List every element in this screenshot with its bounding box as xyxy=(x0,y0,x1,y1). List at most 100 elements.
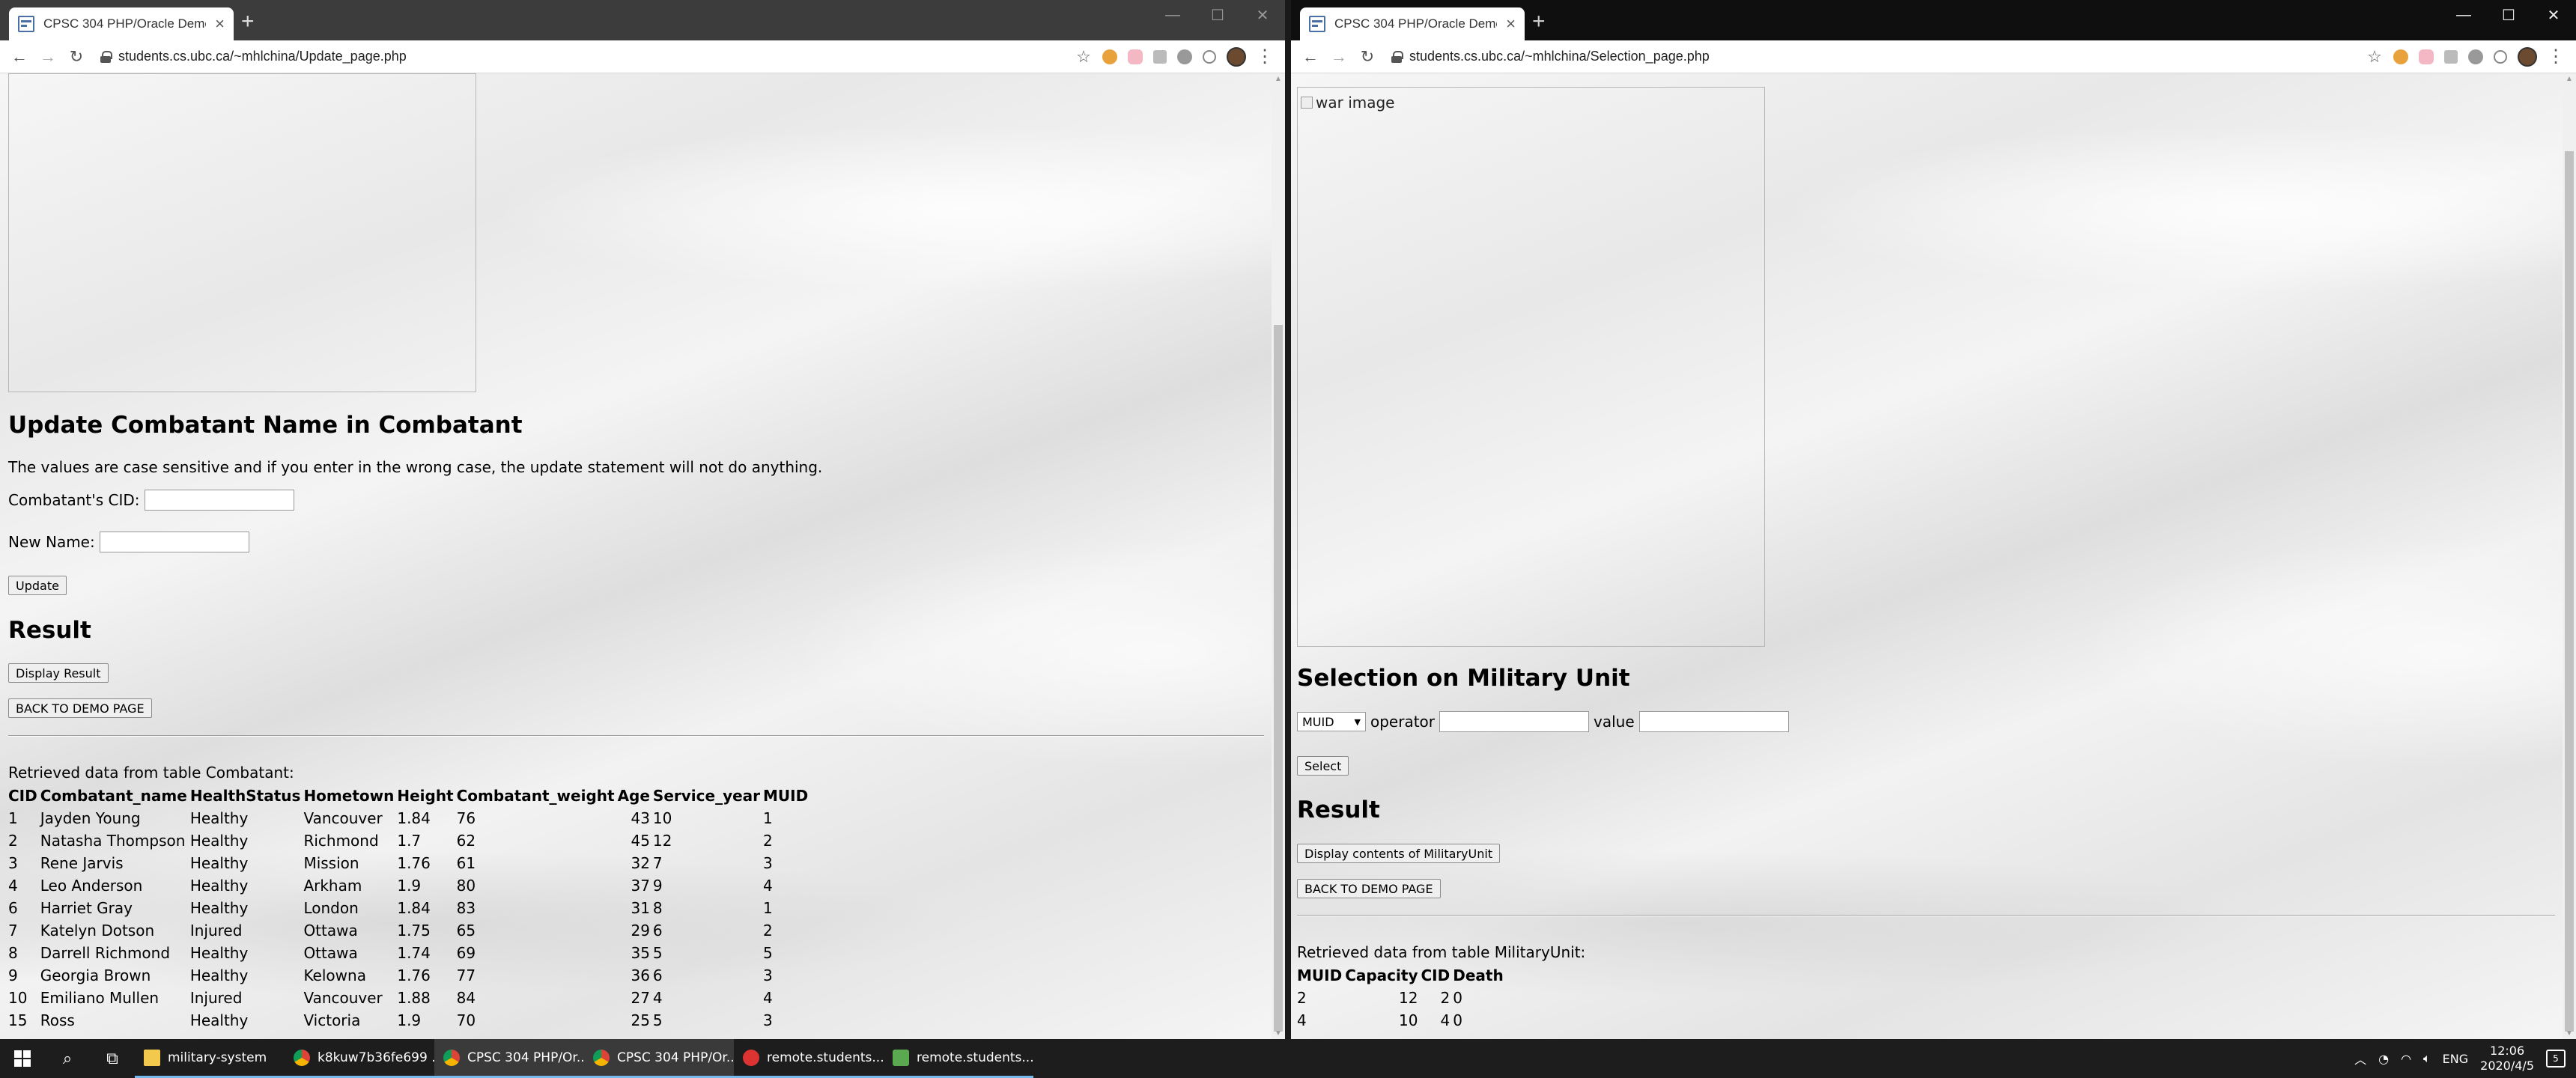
taskbar-app[interactable]: CPSC 304 PHP/Or... xyxy=(434,1039,584,1078)
extension-icon[interactable] xyxy=(2444,49,2458,64)
reload-icon[interactable]: ↻ xyxy=(1355,45,1379,69)
broken-image-icon xyxy=(1301,97,1313,109)
network-icon[interactable]: ◔ xyxy=(2378,1052,2389,1066)
table-cell: 6 xyxy=(652,922,663,940)
table-cell: 1 xyxy=(8,809,18,827)
table-cell: 3 xyxy=(763,966,773,984)
scroll-down-icon[interactable]: ▼ xyxy=(2566,1029,2573,1038)
extension-icon[interactable] xyxy=(1203,49,1216,64)
back-to-demo-button[interactable]: BACK TO DEMO PAGE xyxy=(8,698,152,718)
close-tab-icon[interactable]: × xyxy=(215,16,225,32)
table-cell: 4 xyxy=(763,877,773,895)
column-header: CID xyxy=(1421,966,1450,984)
chevron-up-icon[interactable]: ︿ xyxy=(2354,1050,2366,1068)
browser-toolbar: ← → ↻ students.cs.ubc.ca/~mhlchina/Selec… xyxy=(1291,40,2576,73)
new-tab-icon[interactable]: + xyxy=(1532,10,1546,33)
table-cell: 2 xyxy=(1297,989,1307,1007)
clock[interactable]: 12:06 2020/4/5 xyxy=(2480,1044,2534,1074)
cid-input[interactable] xyxy=(144,490,294,511)
ghost-extension-icon[interactable] xyxy=(1128,49,1143,64)
window-divider xyxy=(1285,0,1291,1039)
window-controls: — ☐ ✕ xyxy=(1150,0,1285,30)
scroll-up-icon[interactable]: ▲ xyxy=(1275,75,1282,83)
taskbar-app[interactable]: remote.students.... xyxy=(884,1039,1033,1078)
extension-icon[interactable] xyxy=(1153,49,1167,64)
address-bar[interactable]: students.cs.ubc.ca/~mhlchina/Update_page… xyxy=(93,45,1071,69)
browser-window-left: CPSC 304 PHP/Oracle Demonstration × + — … xyxy=(0,0,1285,1039)
scroll-up-icon[interactable]: ▲ xyxy=(2566,75,2573,83)
wifi-icon[interactable]: ◠ xyxy=(2401,1052,2411,1066)
minimize-icon[interactable]: — xyxy=(1150,0,1195,30)
maximize-icon[interactable]: ☐ xyxy=(2486,0,2531,30)
maximize-icon[interactable]: ☐ xyxy=(1195,0,1240,30)
table-cell: Darrell Richmond xyxy=(40,944,171,962)
new-name-input[interactable] xyxy=(99,532,249,552)
column-header: HealthStatus xyxy=(189,787,301,805)
attribute-select[interactable]: MUID ▼ xyxy=(1297,712,1366,731)
forward-arrow-icon[interactable]: → xyxy=(36,45,60,69)
scrollbar-thumb[interactable] xyxy=(1274,325,1283,1032)
language-indicator[interactable]: ENG xyxy=(2443,1052,2468,1066)
start-button[interactable] xyxy=(0,1039,45,1078)
vertical-scrollbar[interactable]: ▲ ▼ xyxy=(1272,73,1285,1039)
task-view-icon[interactable]: ⧉ xyxy=(90,1039,135,1078)
table-cell: 43 xyxy=(631,809,650,827)
table-cell: Ottawa xyxy=(303,922,358,940)
taskbar-app[interactable]: k8kuw7b36fe699 ... xyxy=(285,1039,434,1078)
bookmark-star-icon[interactable]: ☆ xyxy=(2366,47,2383,66)
display-result-button[interactable]: Display Result xyxy=(8,663,109,683)
minimize-icon[interactable]: — xyxy=(2441,0,2486,30)
extension-icon[interactable] xyxy=(2468,49,2483,64)
table-cell: Vancouver xyxy=(303,809,383,827)
menu-kebab-icon[interactable]: ⋮ xyxy=(2547,46,2565,67)
address-bar[interactable]: students.cs.ubc.ca/~mhlchina/Selection_p… xyxy=(1384,45,2362,69)
close-tab-icon[interactable]: × xyxy=(1506,16,1516,32)
back-arrow-icon[interactable]: ← xyxy=(7,45,31,69)
reload-icon[interactable]: ↻ xyxy=(64,45,88,69)
extension-icon[interactable] xyxy=(1177,49,1192,64)
taskbar-app[interactable]: remote.students.... xyxy=(734,1039,884,1078)
vertical-scrollbar[interactable]: ▲ ▼ xyxy=(2563,73,2576,1039)
table-cell: 2 xyxy=(763,832,773,850)
close-window-icon[interactable]: ✕ xyxy=(2531,0,2576,30)
new-tab-icon[interactable]: + xyxy=(241,10,255,33)
notification-center-icon[interactable]: 5 xyxy=(2546,1050,2566,1068)
table-cell: 84 xyxy=(456,989,476,1007)
update-button[interactable]: Update xyxy=(8,576,67,595)
select-button[interactable]: Select xyxy=(1297,756,1349,776)
profile-avatar-icon[interactable] xyxy=(1227,46,1246,67)
taskbar-app[interactable]: CPSC 304 PHP/Or... xyxy=(584,1039,734,1078)
back-arrow-icon[interactable]: ← xyxy=(1298,45,1322,69)
close-window-icon[interactable]: ✕ xyxy=(1240,0,1285,30)
extension-icon[interactable] xyxy=(2494,49,2507,64)
browser-tab[interactable]: CPSC 304 PHP/Oracle Demonstration × xyxy=(1300,7,1525,40)
table-cell: 3 xyxy=(763,854,773,872)
operator-input[interactable] xyxy=(1439,711,1590,732)
value-input[interactable] xyxy=(1638,711,1789,732)
browser-tab[interactable]: CPSC 304 PHP/Oracle Demonstration × xyxy=(9,7,234,40)
table-cell: 29 xyxy=(631,922,650,940)
table-cell: 4 xyxy=(8,877,18,895)
table-cell: Healthy xyxy=(189,832,249,850)
back-to-demo-button[interactable]: BACK TO DEMO PAGE xyxy=(1297,879,1441,898)
table-cell: 1.84 xyxy=(397,809,431,827)
search-icon[interactable]: ⌕ xyxy=(45,1039,90,1078)
table-cell: Ross xyxy=(40,1011,75,1029)
table-row: 9 Georgia Brown Healthy Kelowna 1.76 77 36 6 3 xyxy=(8,964,808,987)
table-row: 6 Harriet Gray Healthy London 1.84 83 31 8 1 xyxy=(8,897,808,919)
volume-icon[interactable]: 🔈︎ xyxy=(2423,1051,2431,1066)
cookie-extension-icon[interactable] xyxy=(2393,49,2408,64)
cookie-extension-icon[interactable] xyxy=(1102,49,1117,64)
menu-kebab-icon[interactable]: ⋮ xyxy=(1256,46,1274,67)
forward-arrow-icon[interactable]: → xyxy=(1327,45,1351,69)
bookmark-star-icon[interactable]: ☆ xyxy=(1075,47,1092,66)
column-header: Age xyxy=(617,787,650,805)
ghost-extension-icon[interactable] xyxy=(2419,49,2434,64)
display-contents-button[interactable]: Display contents of MilitaryUnit xyxy=(1297,844,1501,863)
scrollbar-thumb[interactable] xyxy=(2565,151,2574,1032)
scroll-down-icon[interactable]: ▼ xyxy=(1275,1029,1282,1038)
profile-avatar-icon[interactable] xyxy=(2518,46,2537,67)
war-image-frame: war image xyxy=(1297,87,1765,647)
taskbar-app[interactable]: military-system xyxy=(135,1039,285,1078)
table-cell: 1.7 xyxy=(397,832,422,850)
